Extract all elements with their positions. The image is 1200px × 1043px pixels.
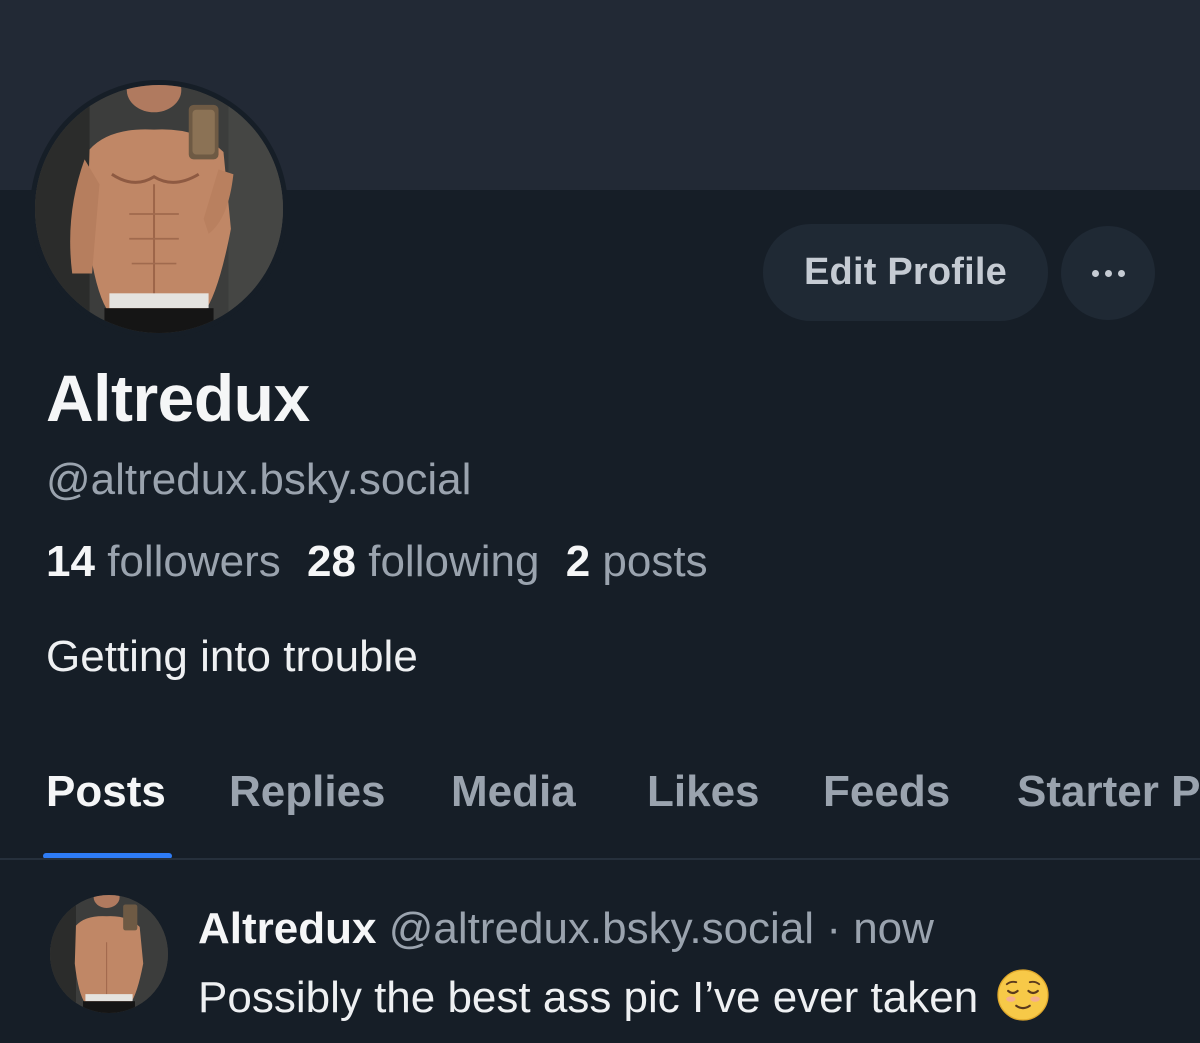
more-options-button[interactable] xyxy=(1061,226,1155,320)
post-author-avatar[interactable] xyxy=(50,895,168,1013)
tab-replies[interactable]: Replies xyxy=(229,762,386,822)
post-timestamp[interactable]: now xyxy=(853,904,934,953)
post-author-handle[interactable]: @altredux.bsky.social xyxy=(389,904,814,953)
following-count: 28 xyxy=(307,537,356,586)
profile-avatar[interactable] xyxy=(30,80,288,338)
tab-feeds[interactable]: Feeds xyxy=(823,762,950,822)
followers-label: followers xyxy=(107,537,281,586)
posts-count: 2 xyxy=(565,537,591,586)
post-header: Altredux @altredux.bsky.social · now xyxy=(198,900,934,958)
ellipsis-icon xyxy=(1091,269,1125,277)
following-link[interactable]: 28 following xyxy=(307,537,539,586)
edit-profile-button[interactable]: Edit Profile xyxy=(763,224,1048,321)
relieved-face-emoji-icon xyxy=(997,969,1049,1021)
profile-display-name: Altredux xyxy=(46,361,310,435)
avatar-photo-small xyxy=(50,895,168,1013)
tab-media[interactable]: Media xyxy=(451,762,576,822)
posts-label: posts xyxy=(602,537,708,586)
post-author-name[interactable]: Altredux xyxy=(198,904,376,953)
posts-stat: 2 posts xyxy=(566,537,708,586)
profile-page: Edit Profile Altredux @altredux.bsky.soc… xyxy=(0,0,1200,1043)
profile-bio: Getting into trouble xyxy=(46,632,418,681)
tab-likes[interactable]: Likes xyxy=(647,762,760,822)
followers-link[interactable]: 14 followers xyxy=(46,537,281,586)
profile-stats: 14 followers 28 following 2 posts xyxy=(46,534,708,590)
profile-handle: @altredux.bsky.social xyxy=(46,455,472,504)
profile-tabs: Posts Replies Media Likes Feeds Starter … xyxy=(0,740,1200,860)
post-body[interactable]: Possibly the best ass pic I’ve ever take… xyxy=(198,968,1050,1027)
followers-count: 14 xyxy=(46,537,95,586)
tab-posts[interactable]: Posts xyxy=(46,762,166,822)
tab-starter-packs[interactable]: Starter P xyxy=(1017,762,1200,822)
tabs-divider xyxy=(0,858,1200,860)
post-separator: · xyxy=(826,904,841,953)
following-label: following xyxy=(368,537,540,586)
post-text: Possibly the best ass pic I’ve ever take… xyxy=(198,973,979,1022)
avatar-photo xyxy=(35,85,283,333)
